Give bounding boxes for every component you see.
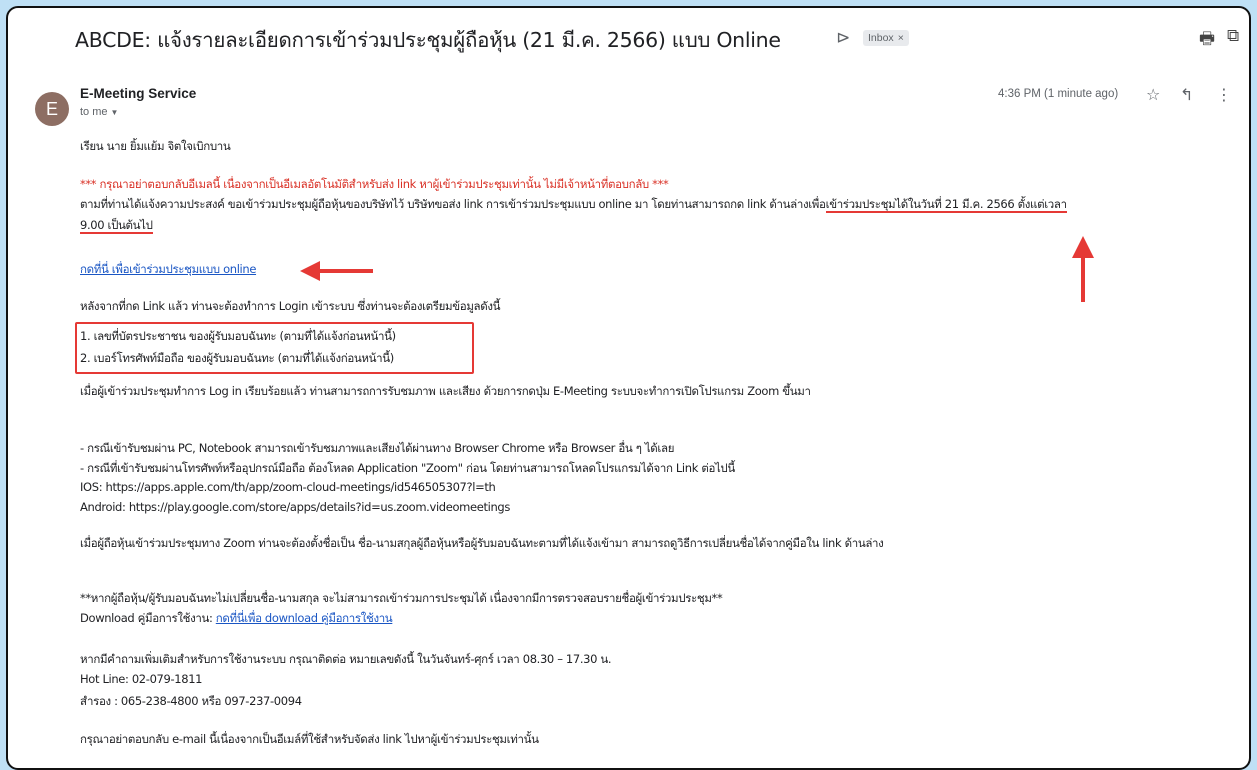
- pc-instructions: - กรณีเข้ารับชมผ่าน PC, Notebook สามารถเ…: [80, 441, 675, 455]
- email-subject: ABCDE: แจ้งรายละเอียดการเข้าร่วมประชุมผู…: [75, 28, 781, 52]
- intro-text: ตามที่ท่านได้แจ้งความประสงค์ ขอเข้าร่วมป…: [80, 197, 826, 211]
- star-icon[interactable]: ☆: [1146, 85, 1160, 104]
- no-reply-warning: *** กรุณาอย่าตอบกลับอีเมลนี้ เนื่องจากเป…: [80, 177, 669, 191]
- print-icon[interactable]: 🖶: [1199, 26, 1215, 55]
- after-login-text: เมื่อผู้เข้าร่วมประชุมทำการ Log in เรียบ…: [80, 384, 811, 398]
- ios-app-link[interactable]: IOS: https://apps.apple.com/th/app/zoom-…: [80, 480, 496, 494]
- zoom-naming-instructions: เมื่อผู้ถือหุ้นเข้าร่วมประชุมทาง Zoom ท่…: [80, 536, 884, 550]
- rename-warning: **หากผู้ถือหุ้น/ผู้รับมอบฉันทะไม่เปลี่ยน…: [80, 591, 723, 605]
- intro-line-1: ตามที่ท่านได้แจ้งความประสงค์ ขอเข้าร่วมป…: [80, 196, 1067, 214]
- android-app-link[interactable]: Android: https://play.google.com/store/a…: [80, 500, 510, 514]
- chevron-down-icon[interactable]: ▼: [111, 108, 119, 117]
- reply-icon[interactable]: ↰: [1180, 85, 1193, 104]
- inbox-label-text: Inbox: [868, 32, 894, 44]
- backup-numbers: สำรอง : 065-238-4800 หรือ 097-237-0094: [80, 694, 302, 708]
- left-arrow-annotation: [300, 261, 373, 281]
- more-options-icon[interactable]: ⋮: [1216, 85, 1232, 104]
- hotline-number: Hot Line: 02-079-1811: [80, 672, 203, 686]
- greeting: เรียน นาย ยิ้มแย้ม จิตใจเบิกบาน: [80, 139, 231, 153]
- recipient-details[interactable]: to me ▼: [80, 106, 118, 118]
- intro-line-2: 9.00 เป็นต้นไป: [80, 217, 153, 235]
- requirement-item: 1. เลขที่บัตรประชาชน ของผู้รับมอบฉันทะ (…: [80, 329, 396, 343]
- important-marker-icon[interactable]: ⊳: [836, 28, 850, 48]
- email-timestamp: 4:36 PM (1 minute ago): [998, 88, 1119, 100]
- inbox-label-badge[interactable]: Inbox ×: [863, 30, 909, 46]
- requirement-item: 2. เบอร์โทรศัพท์มือถือ ของผู้รับมอบฉันทะ…: [80, 351, 394, 365]
- sender-name[interactable]: E-Meeting Service: [80, 86, 196, 101]
- meeting-time-highlight: 9.00 เป็นต้นไป: [80, 218, 153, 234]
- arrow-head: [300, 261, 320, 281]
- meeting-date-highlight: เข้าร่วมประชุมได้ในวันที่ 21 มี.ค. 2566 …: [825, 197, 1067, 213]
- remove-label-icon[interactable]: ×: [898, 32, 904, 44]
- contact-info: หากมีคำถามเพิ่มเติมสำหรับการใช้งานระบบ ก…: [80, 652, 612, 666]
- download-manual-link[interactable]: กดที่นี่เพื่อ download คู่มือการใช้งาน: [216, 611, 393, 625]
- email-window: ABCDE: แจ้งรายละเอียดการเข้าร่วมประชุมผู…: [6, 6, 1251, 770]
- download-manual-line: Download คู่มือการใช้งาน: กดที่นี่เพื่อ …: [80, 610, 393, 628]
- open-in-new-window-icon[interactable]: ⧉: [1227, 26, 1239, 46]
- meeting-link-line: กดที่นี่ เพื่อเข้าร่วมประชุมแบบ online: [80, 261, 256, 279]
- sender-avatar[interactable]: E: [35, 92, 69, 126]
- download-label: Download คู่มือการใช้งาน:: [80, 611, 216, 625]
- mobile-instructions: - กรณีที่เข้ารับชมผ่านโทรศัพท์หรืออุปกรณ…: [80, 461, 735, 475]
- up-arrow-annotation: [1072, 236, 1094, 302]
- recipient-label: to me: [80, 106, 108, 118]
- footer-note: กรุณาอย่าตอบกลับ e-mail นี้เนื่องจากเป็น…: [80, 732, 539, 746]
- login-instructions: หลังจากที่กด Link แล้ว ท่านจะต้องทำการ L…: [80, 299, 501, 313]
- join-meeting-link[interactable]: กดที่นี่ เพื่อเข้าร่วมประชุมแบบ online: [80, 262, 256, 276]
